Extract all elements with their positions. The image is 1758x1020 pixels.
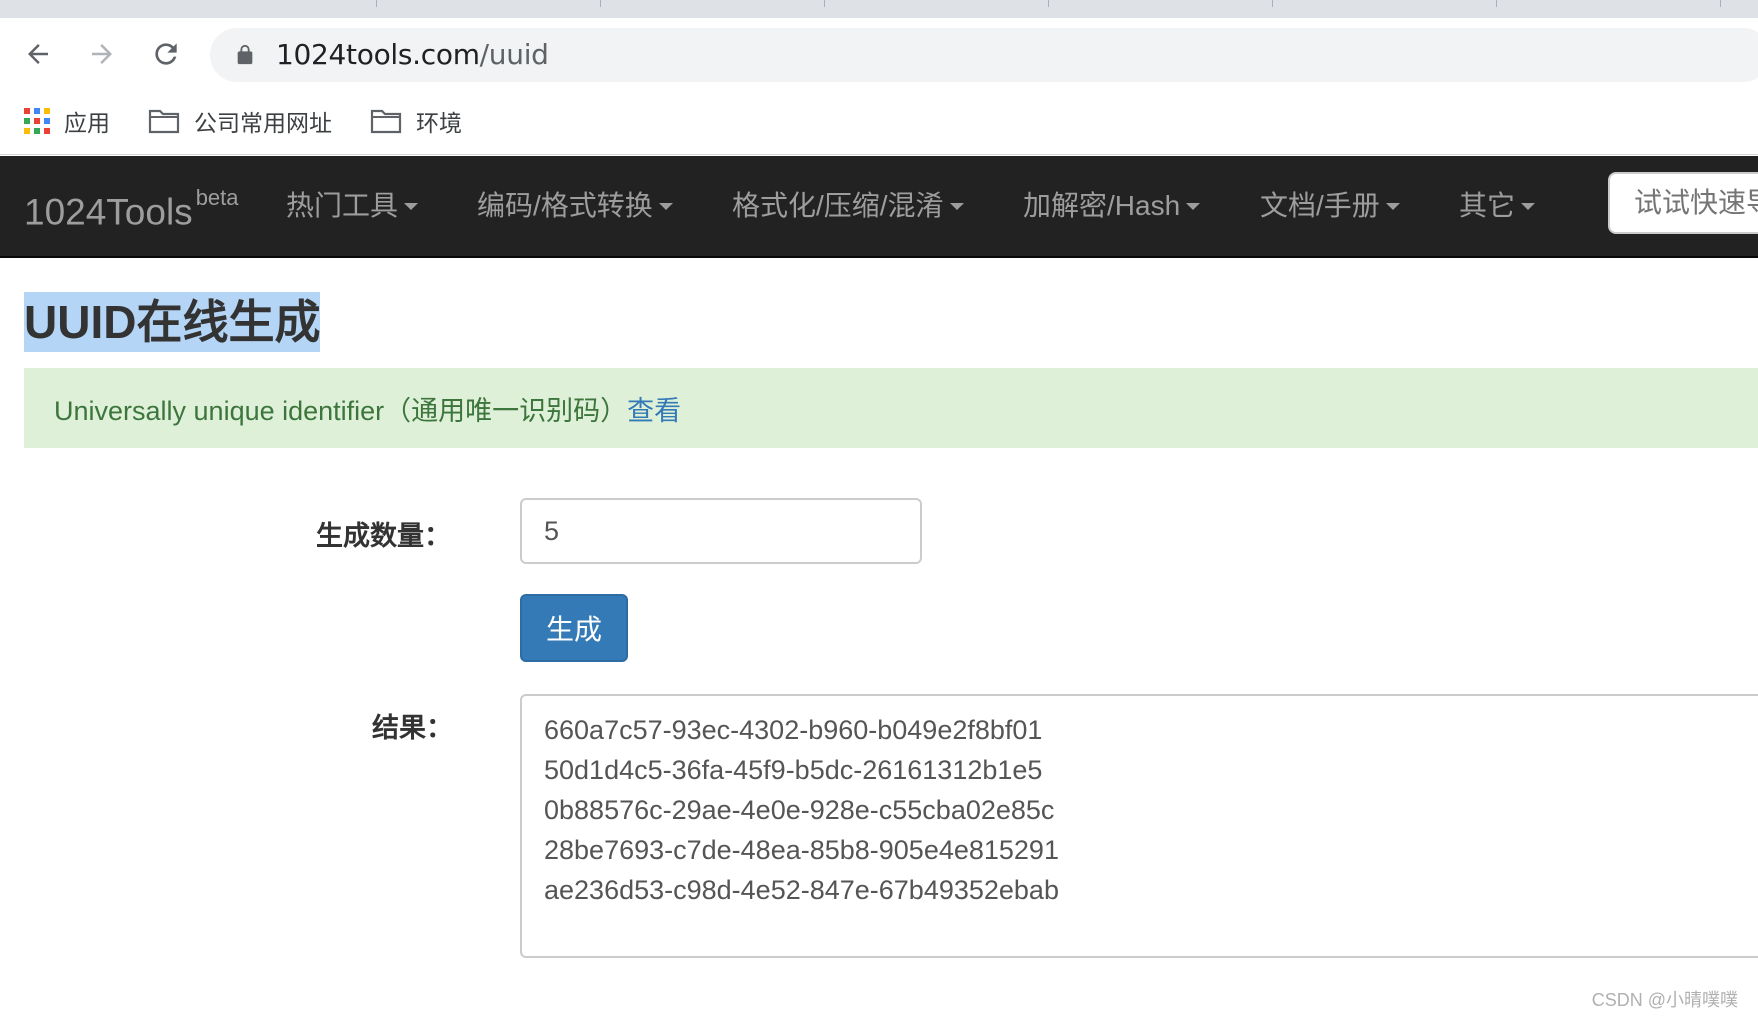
caret-down-icon bbox=[404, 202, 419, 210]
caret-down-icon bbox=[658, 202, 673, 210]
bookmark-label: 应用 bbox=[64, 110, 110, 136]
uuid-result-line: 660a7c57-93ec-4302-b960-b049e2f8bf01 bbox=[544, 715, 1043, 745]
url-path: /uuid bbox=[479, 38, 549, 71]
caret-down-icon bbox=[1385, 202, 1400, 210]
nav-label: 编码/格式转换 bbox=[477, 190, 653, 221]
nav-label: 格式化/压缩/混淆 bbox=[732, 190, 944, 221]
uuid-result-line: ae236d53-c98d-4e52-847e-67b49352ebab bbox=[544, 875, 1059, 905]
result-label: 结果： bbox=[372, 713, 453, 743]
address-bar[interactable]: 1024tools.com/uuid bbox=[210, 28, 1758, 82]
info-alert: Universally unique identifier（通用唯一识别码） 查看 bbox=[24, 368, 1758, 448]
uuid-result-line: 0b88576c-29ae-4e0e-928e-c55cba02e85c bbox=[544, 795, 1055, 825]
page-title: UUID在线生成 bbox=[24, 292, 321, 352]
caret-down-icon bbox=[949, 202, 964, 210]
tab-separator bbox=[600, 0, 601, 7]
nav-encoding-conversion[interactable]: 编码/格式转换 bbox=[477, 188, 673, 224]
quick-nav-search-input[interactable] bbox=[1608, 172, 1758, 234]
browser-tab-strip bbox=[0, 0, 1758, 18]
bookmark-company-sites[interactable]: 公司常用网址 bbox=[148, 104, 332, 138]
tab-separator bbox=[1272, 0, 1273, 7]
lock-icon bbox=[237, 44, 253, 65]
bookmark-apps[interactable]: 应用 bbox=[24, 104, 110, 138]
apps-grid-icon bbox=[24, 108, 50, 134]
generate-button[interactable]: 生成 bbox=[520, 594, 628, 662]
bookmarks-bar: 应用 公司常用网址 环境 bbox=[0, 90, 1758, 155]
brand-beta-tag: beta bbox=[195, 185, 239, 210]
nav-popular-tools[interactable]: 热门工具 bbox=[286, 188, 419, 224]
reload-button[interactable] bbox=[146, 34, 186, 74]
tab-separator bbox=[1496, 0, 1497, 7]
alert-view-link[interactable]: 查看 bbox=[627, 389, 681, 428]
nav-crypto-hash[interactable]: 加解密/Hash bbox=[1023, 188, 1201, 224]
forward-button[interactable] bbox=[82, 34, 122, 74]
arrow-left-icon bbox=[28, 44, 48, 64]
url-host: 1024tools.com bbox=[276, 38, 480, 71]
nav-label: 其它 bbox=[1459, 190, 1516, 221]
nav-label: 加解密/Hash bbox=[1023, 190, 1181, 221]
folder-icon bbox=[148, 109, 180, 134]
bookmark-environment[interactable]: 环境 bbox=[370, 104, 462, 138]
reload-icon bbox=[155, 43, 177, 65]
tab-separator bbox=[1720, 0, 1721, 7]
nav-docs-manuals[interactable]: 文档/手册 bbox=[1260, 188, 1400, 224]
uuid-result-line: 50d1d4c5-36fa-45f9-b5dc-26161312b1e5 bbox=[544, 755, 1043, 785]
nav-label: 文档/手册 bbox=[1260, 190, 1380, 221]
caret-down-icon bbox=[1186, 202, 1201, 210]
folder-icon bbox=[370, 109, 402, 134]
nav-label: 热门工具 bbox=[286, 190, 399, 221]
bookmark-label: 公司常用网址 bbox=[194, 110, 332, 136]
nav-format-compress[interactable]: 格式化/压缩/混淆 bbox=[732, 188, 964, 224]
bookmark-label: 环境 bbox=[416, 110, 462, 136]
count-label: 生成数量： bbox=[316, 521, 451, 551]
browser-toolbar: 1024tools.com/uuid bbox=[0, 18, 1758, 90]
site-navbar: 1024Tools beta 热门工具 编码/格式转换 格式化/压缩/混淆 加解密… bbox=[0, 156, 1758, 258]
site-brand[interactable]: 1024Tools beta bbox=[24, 184, 239, 232]
csdn-watermark: CSDN @小晴噗噗 bbox=[1591, 990, 1738, 1010]
caret-down-icon bbox=[1521, 202, 1536, 210]
arrow-right-icon bbox=[92, 44, 112, 64]
brand-name: 1024Tools bbox=[24, 191, 193, 233]
alert-text: Universally unique identifier（通用唯一识别码） bbox=[54, 395, 628, 426]
tab-separator bbox=[376, 0, 377, 7]
url-text: 1024tools.com/uuid bbox=[276, 41, 549, 69]
result-textarea[interactable]: 660a7c57-93ec-4302-b960-b049e2f8bf01 50d… bbox=[520, 694, 1758, 958]
uuid-result-line: 28be7693-c7de-48ea-85b8-905e4e815291 bbox=[544, 835, 1059, 865]
back-button[interactable] bbox=[18, 34, 58, 74]
nav-others[interactable]: 其它 bbox=[1459, 188, 1536, 224]
tab-separator bbox=[1048, 0, 1049, 7]
tab-separator bbox=[824, 0, 825, 7]
count-input[interactable] bbox=[520, 498, 922, 564]
